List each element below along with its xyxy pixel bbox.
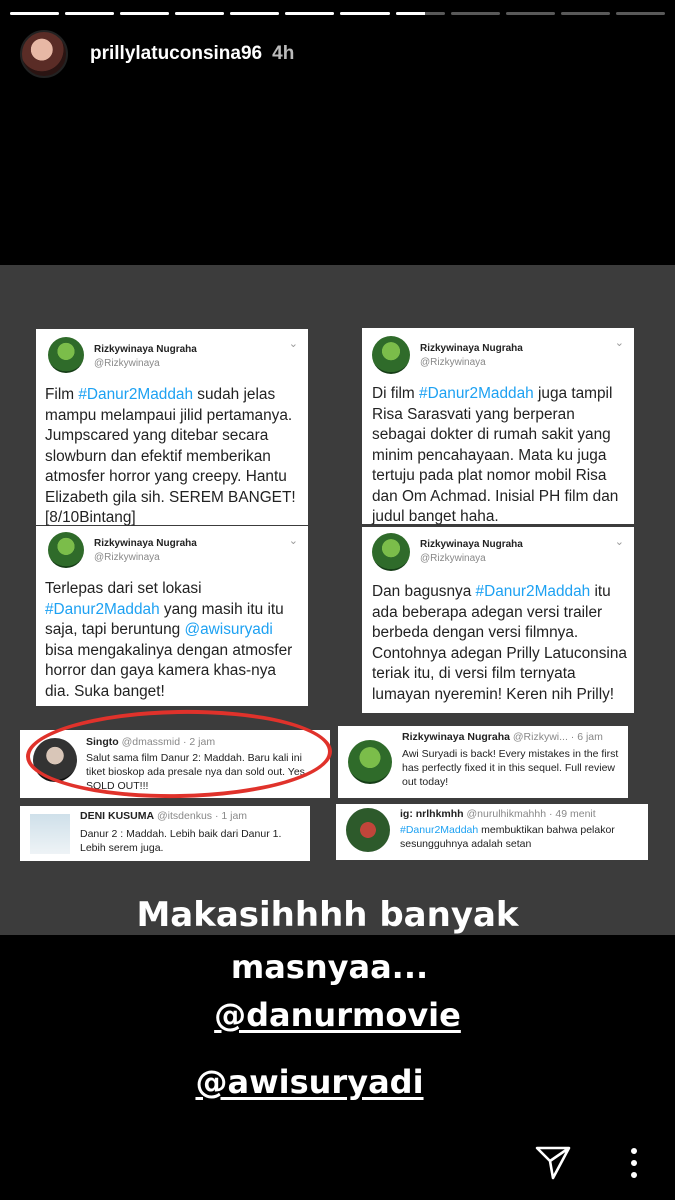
tweet-author: DENI KUSUMA — [80, 810, 155, 822]
story-header: prillylatuconsina96 4h — [20, 30, 294, 78]
progress-segment — [175, 12, 225, 15]
progress-segment — [615, 12, 665, 15]
progress-segment — [230, 12, 280, 15]
chevron-down-icon: ⌄ — [614, 337, 624, 349]
tweet-author: Rizkywinaya Nugraha — [420, 539, 523, 550]
tweet-handle: @Rizkywinaya — [94, 552, 160, 563]
progress-segment — [285, 12, 335, 15]
tweet-text: Di film #Danur2Maddah juga tampil Risa S… — [372, 385, 619, 525]
tweet-author: Rizkywinaya Nugraha — [402, 731, 510, 743]
tweet-author: ig: nrlhkmhh — [400, 808, 464, 820]
username[interactable]: prillylatuconsina96 — [90, 43, 262, 65]
tweet-text: Awi Suryadi is back! Every mistakes in t… — [402, 748, 619, 788]
tweet-header: DENI KUSUMA @itsdenkus · 1 jam — [80, 810, 247, 822]
tweet-handle: @Rizkywinaya — [420, 553, 486, 564]
send-icon[interactable] — [533, 1142, 573, 1182]
tweet-text: Terlepas dari set lokasi #Danur2Maddah y… — [45, 580, 293, 700]
tweet-handle: @Rizkywinaya — [94, 358, 160, 369]
chevron-down-icon: ⌄ — [288, 338, 298, 350]
chevron-down-icon: ⌄ — [614, 536, 624, 548]
tweet-text: Dan bagusnya #Danur2Maddah itu ada beber… — [372, 583, 627, 703]
tweet-avatar — [372, 336, 410, 374]
progress-segment — [65, 12, 115, 15]
tweet-text: #Danur2Maddah membuktikan bahwa pelakor … — [400, 824, 615, 850]
tweet-avatar — [30, 814, 70, 854]
progress-segment — [560, 12, 610, 15]
chevron-down-icon: ⌄ — [288, 535, 298, 547]
tweet-text: Danur 2 : Maddah. Lebih baik dari Danur … — [80, 828, 282, 854]
tweet-header: Rizkywinaya Nugraha @Rizkywi... · 6 jam — [402, 731, 603, 743]
more-options-icon[interactable] — [622, 1146, 646, 1180]
tweet-avatar — [48, 337, 84, 373]
progress-segment — [120, 12, 170, 15]
tweet-handle: @Rizkywi... · 6 jam — [512, 731, 603, 743]
story-progress-bar — [10, 12, 665, 15]
post-time: 4h — [272, 43, 295, 64]
progress-segment — [505, 12, 555, 15]
tweet-avatar — [372, 533, 410, 571]
progress-segment — [450, 12, 500, 15]
tweet-author: Rizkywinaya Nugraha — [94, 344, 197, 355]
tweet-card: Rizkywinaya Nugraha @Rizkywinaya ⌄ Film … — [36, 329, 308, 526]
tweet-handle: @itsdenkus · 1 jam — [157, 810, 248, 822]
caption-line: masnyaa... — [230, 948, 429, 986]
tweet-author: Rizkywinaya Nugraha — [420, 343, 523, 354]
mention-awisuryadi[interactable]: @awisuryadi — [0, 1063, 647, 1101]
caption-line: Makasihhhh banyak — [136, 895, 519, 935]
progress-segment — [10, 12, 60, 15]
progress-segment — [340, 12, 390, 15]
tweet-handle: @Rizkywinaya — [420, 357, 486, 368]
progress-segment — [395, 12, 445, 15]
mention-danurmovie[interactable]: @danurmovie — [0, 996, 675, 1034]
tweet-card: Rizkywinaya Nugraha @Rizkywinaya ⌄ Di fi… — [362, 328, 634, 525]
tweet-author: Rizkywinaya Nugraha — [94, 538, 197, 549]
tweet-avatar — [48, 532, 84, 568]
tweet-handle: @nurulhikmahhh · 49 menit — [466, 808, 596, 820]
tweet-card: Rizkywinaya Nugraha @Rizkywinaya ⌄ Dan b… — [362, 527, 634, 713]
tweet-card: Rizkywinaya Nugraha @Rizkywinaya ⌄ Terle… — [36, 526, 308, 706]
tweet-card: Rizkywinaya Nugraha @Rizkywi... · 6 jam … — [338, 726, 628, 798]
tweet-text: Film #Danur2Maddah sudah jelas mampu mel… — [45, 386, 296, 526]
tweet-card: DENI KUSUMA @itsdenkus · 1 jam Danur 2 :… — [20, 806, 310, 861]
tweet-avatar — [346, 808, 390, 852]
tweet-avatar — [348, 740, 392, 784]
profile-avatar[interactable] — [20, 30, 68, 78]
tweet-card: ig: nrlhkmhh @nurulhikmahhh · 49 menit #… — [336, 804, 648, 860]
tweet-header: ig: nrlhkmhh @nurulhikmahhh · 49 menit — [400, 808, 596, 820]
